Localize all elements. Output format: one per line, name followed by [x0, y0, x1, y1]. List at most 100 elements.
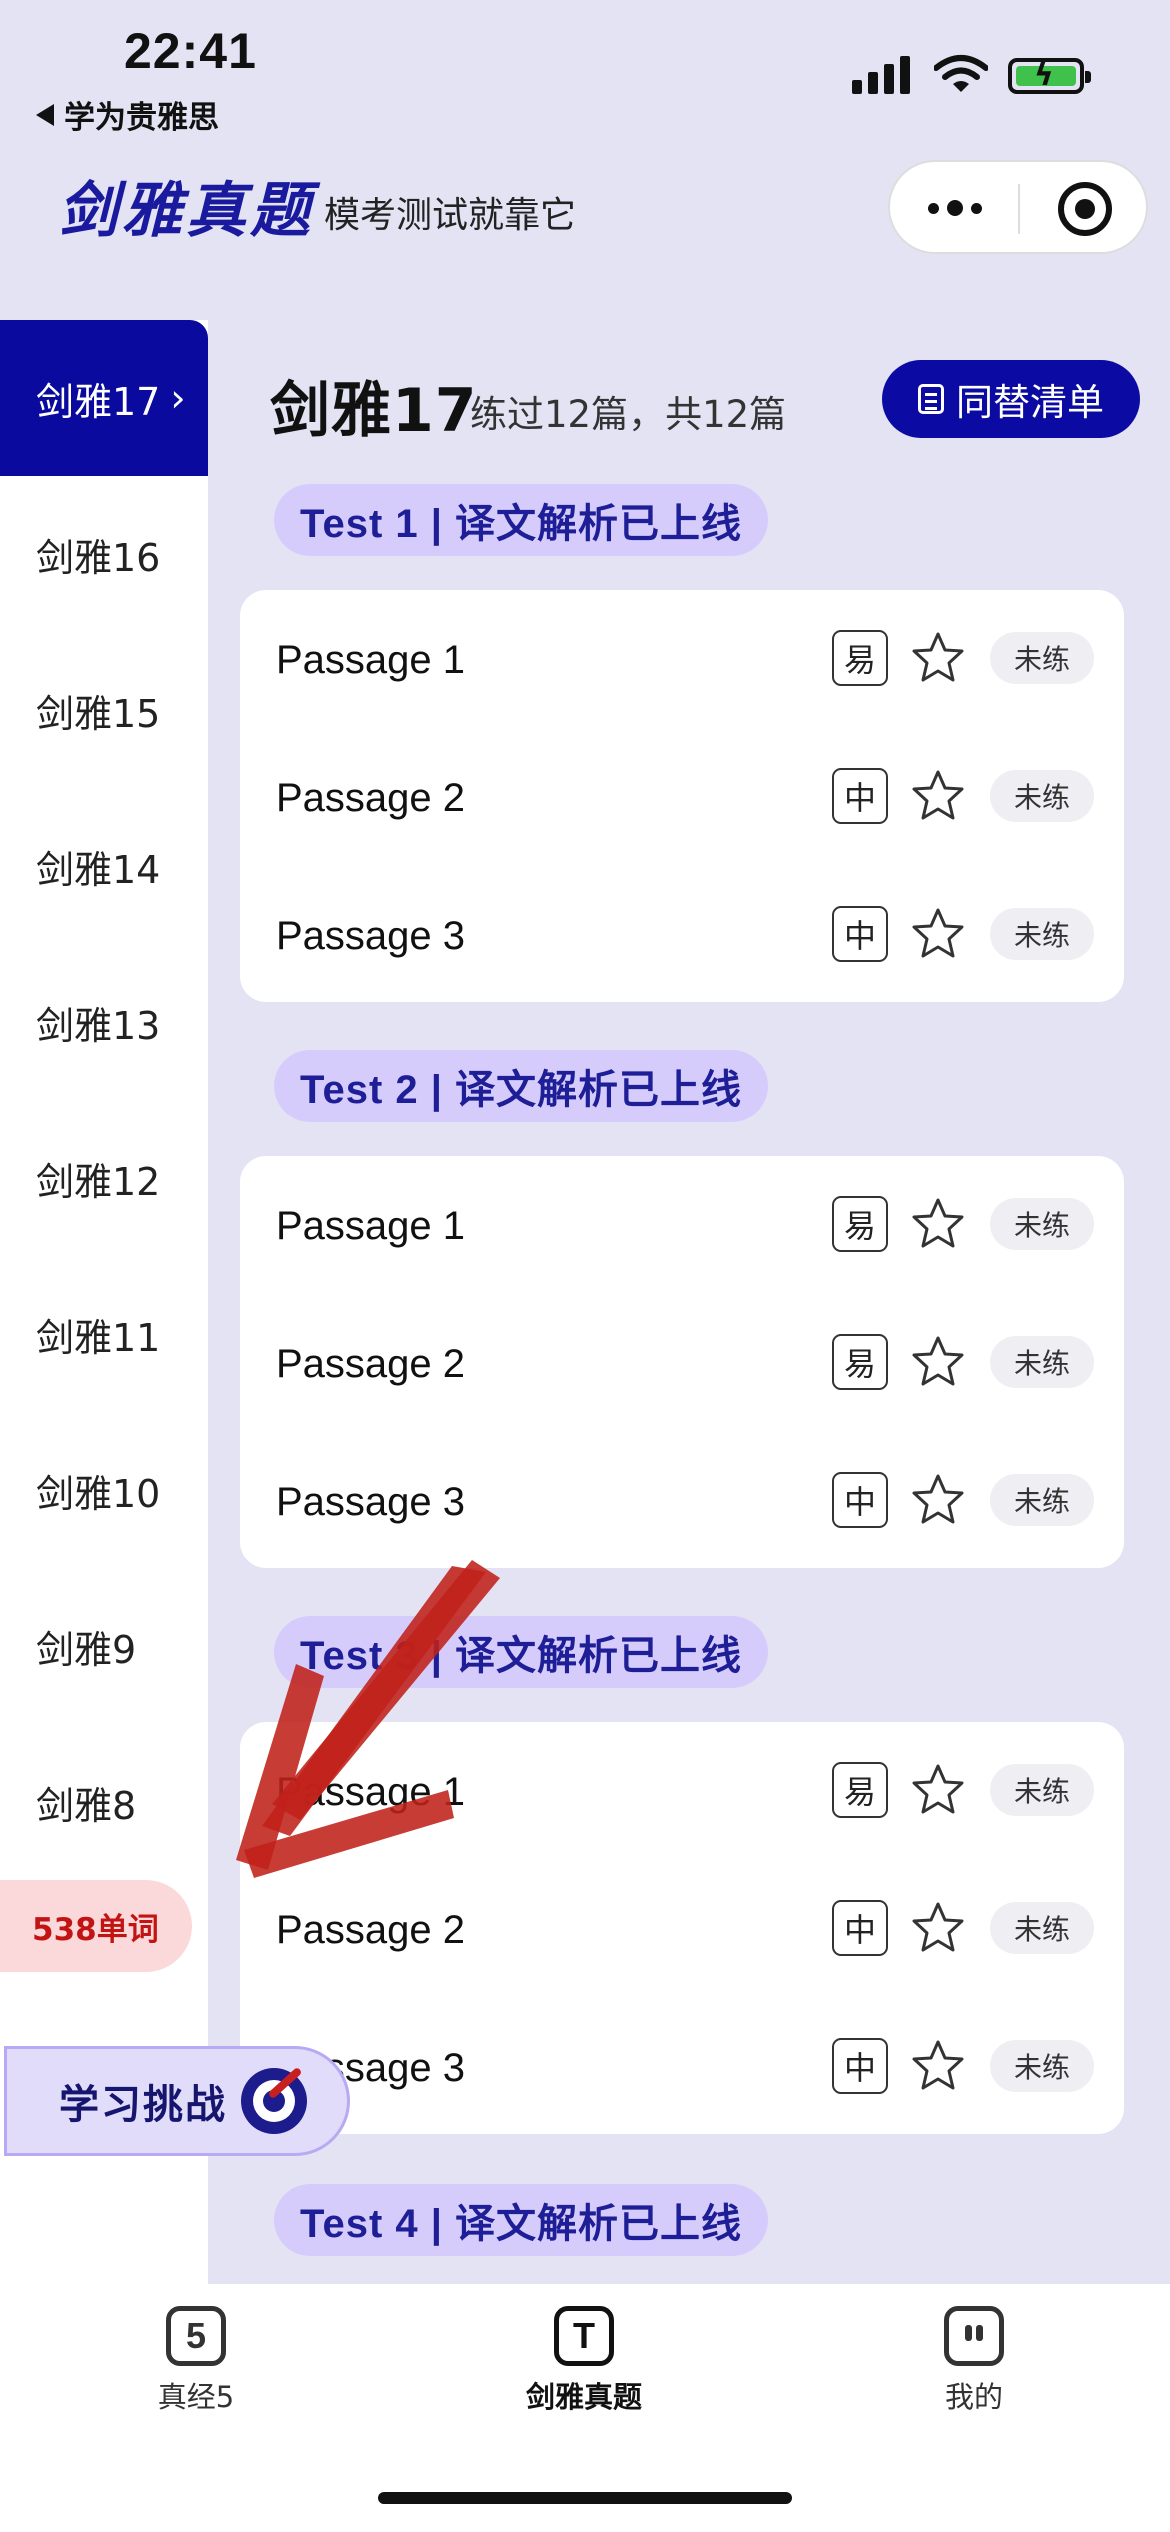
app-title: 剑雅真题 — [58, 176, 314, 246]
sidebar-item-label: 剑雅8 — [36, 1783, 137, 1828]
passage-row[interactable]: Passage 2 易 未练 — [240, 1294, 1124, 1432]
miniprogram-capsule — [888, 160, 1148, 254]
back-app-label: 学为贵雅思 — [64, 100, 219, 136]
battery-icon: ϟ — [1008, 58, 1091, 94]
synonym-list-label: 同替清单 — [956, 381, 1104, 424]
passage-row[interactable]: Passage 3 中 未练 — [240, 1998, 1124, 2136]
sidebar-item-cam10[interactable]: 剑雅10 — [0, 1412, 208, 1568]
star-icon[interactable] — [908, 1470, 968, 1530]
difficulty-badge: 中 — [832, 1900, 888, 1956]
status-time: 22:41 — [124, 23, 257, 79]
tab-cambridge-papers[interactable]: T 剑雅真题 — [484, 2306, 684, 2416]
sidebar-item-cam17[interactable]: 剑雅17 › — [0, 320, 208, 476]
sidebar-item-cam14[interactable]: 剑雅14 — [0, 788, 208, 944]
sidebar-item-cam15[interactable]: 剑雅15 — [0, 632, 208, 788]
star-icon[interactable] — [908, 1760, 968, 1820]
passage-row[interactable]: Passage 3 中 未练 — [240, 866, 1124, 1004]
difficulty-badge: 易 — [832, 630, 888, 686]
test-card: Passage 1 易 未练 Passage 2 易 未练 Passage 3 … — [240, 1156, 1124, 1568]
test-tag[interactable]: Test 4 | 译文解析已上线 — [274, 2184, 769, 2256]
passage-name: Passage 1 — [276, 1204, 466, 1248]
sidebar-item-cam16[interactable]: 剑雅16 — [0, 476, 208, 632]
star-icon[interactable] — [908, 1898, 968, 1958]
book-sidebar: 剑雅17 › 剑雅16 剑雅15 剑雅14 剑雅13 剑雅12 剑雅11 剑雅1… — [0, 320, 208, 2284]
tab-profile[interactable]: 我的 — [874, 2306, 1074, 2416]
back-arrow-icon — [36, 103, 54, 126]
star-icon[interactable] — [908, 2036, 968, 2096]
passage-row[interactable]: Passage 2 中 未练 — [240, 1860, 1124, 1998]
back-to-app-link[interactable]: 学为贵雅思 — [36, 92, 219, 137]
passage-name: Passage 2 — [276, 1908, 466, 1952]
test-card: Passage 1 易 未练 Passage 2 中 未练 Passage 3 … — [240, 590, 1124, 1002]
wifi-icon — [934, 55, 988, 92]
learning-challenge-button[interactable]: 学习挑战 — [4, 2046, 350, 2156]
sidebar-item-cam13[interactable]: 剑雅13 — [0, 944, 208, 1100]
practice-status: 未练 — [990, 908, 1094, 960]
letter-t-icon: T — [554, 2306, 614, 2366]
passage-row[interactable]: Passage 2 中 未练 — [240, 728, 1124, 866]
challenge-label: 学习挑战 — [59, 2082, 227, 2128]
practice-status: 未练 — [990, 1764, 1094, 1816]
home-indicator — [378, 2492, 792, 2504]
difficulty-badge: 易 — [832, 1196, 888, 1252]
star-icon[interactable] — [908, 766, 968, 826]
chevron-right-icon: › — [170, 376, 186, 420]
difficulty-badge: 中 — [832, 2038, 888, 2094]
sidebar-item-label: 剑雅15 — [36, 691, 161, 736]
difficulty-badge: 易 — [832, 1762, 888, 1818]
more-options-icon[interactable] — [928, 190, 982, 226]
test-tag[interactable]: Test 1 | 译文解析已上线 — [274, 484, 769, 556]
difficulty-badge: 中 — [832, 906, 888, 962]
tab-label: 剑雅真题 — [525, 2380, 642, 2414]
list-icon — [918, 384, 944, 414]
difficulty-badge: 易 — [832, 1334, 888, 1390]
passage-row[interactable]: Passage 1 易 未练 — [240, 1722, 1124, 1860]
practice-status: 未练 — [990, 1336, 1094, 1388]
tab-label: 真经5 — [157, 2380, 235, 2414]
practice-progress: 练过12篇，共12篇 — [470, 393, 787, 436]
sidebar-item-cam9[interactable]: 剑雅9 — [0, 1568, 208, 1724]
sidebar-item-cam11[interactable]: 剑雅11 — [0, 1256, 208, 1412]
practice-status: 未练 — [990, 1474, 1094, 1526]
sidebar-item-label: 剑雅10 — [36, 1471, 161, 1516]
sidebar-item-cam12[interactable]: 剑雅12 — [0, 1100, 208, 1256]
close-miniprogram-icon[interactable] — [1058, 182, 1112, 236]
tab-label: 我的 — [944, 2380, 1003, 2414]
passage-name: Passage 1 — [276, 638, 466, 682]
practice-status: 未练 — [990, 632, 1094, 684]
passage-name: Passage 2 — [276, 776, 466, 820]
difficulty-badge: 中 — [832, 1472, 888, 1528]
sidebar-item-label: 剑雅13 — [36, 1003, 161, 1048]
practice-status: 未练 — [990, 2040, 1094, 2092]
sidebar-item-label: 剑雅12 — [36, 1159, 161, 1204]
sidebar-item-label: 剑雅14 — [36, 847, 161, 892]
cellular-signal-icon — [852, 56, 910, 94]
section-title: 剑雅17 — [270, 376, 478, 446]
sidebar-item-label: 剑雅16 — [36, 535, 161, 580]
passage-name: Passage 1 — [276, 1770, 466, 1814]
profile-face-icon — [944, 2306, 1004, 2366]
word-count-badge[interactable]: 538单词 — [0, 1880, 192, 1972]
passage-name: Passage 2 — [276, 1342, 466, 1386]
star-icon[interactable] — [908, 904, 968, 964]
tab-zhenjing5[interactable]: 5 真经5 — [96, 2306, 296, 2416]
sidebar-item-label: 剑雅17 — [36, 379, 161, 424]
passage-name: Passage 3 — [276, 1480, 466, 1524]
difficulty-badge: 中 — [832, 768, 888, 824]
practice-status: 未练 — [990, 770, 1094, 822]
app-subtitle: 模考测试就靠它 — [324, 195, 577, 236]
sidebar-item-label: 剑雅11 — [36, 1315, 161, 1360]
dartboard-icon — [241, 2068, 307, 2134]
passage-row[interactable]: Passage 1 易 未练 — [240, 1156, 1124, 1294]
test-tag[interactable]: Test 3 | 译文解析已上线 — [274, 1616, 769, 1688]
star-icon[interactable] — [908, 1194, 968, 1254]
passage-row[interactable]: Passage 3 中 未练 — [240, 1432, 1124, 1570]
star-icon[interactable] — [908, 628, 968, 688]
number-five-icon: 5 — [166, 2306, 226, 2366]
sidebar-item-cam8[interactable]: 剑雅8 — [0, 1724, 208, 1880]
passage-row[interactable]: Passage 1 易 未练 — [240, 590, 1124, 728]
passage-name: Passage 3 — [276, 914, 466, 958]
synonym-list-button[interactable]: 同替清单 — [882, 360, 1140, 438]
star-icon[interactable] — [908, 1332, 968, 1392]
test-tag[interactable]: Test 2 | 译文解析已上线 — [274, 1050, 769, 1122]
